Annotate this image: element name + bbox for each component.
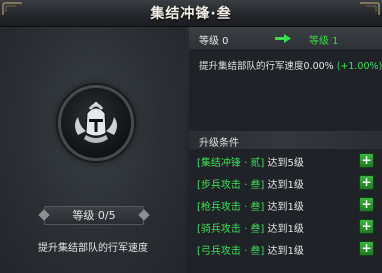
requirement-condition: 达到5级 (264, 158, 304, 169)
add-button[interactable]: + (359, 153, 374, 168)
effect-line: 提升集结部队的行军速度0.00% (+1.00%) (199, 58, 382, 72)
add-button[interactable]: + (359, 241, 374, 256)
requirement-condition: 达到1级 (264, 202, 304, 213)
requirement-row: [枪兵攻击 · 叁] 达到1级 + (197, 197, 377, 214)
skill-upgrade-window: 集结冲锋·叁 等级 0/5 提升集结部队的行军速度 等级 0 等级 1 提升集结… (0, 0, 382, 273)
skill-level-badge: 等级 0/5 (38, 206, 150, 225)
skill-medal[interactable] (58, 85, 134, 161)
current-level: 等级 0 (199, 36, 229, 47)
requirement-condition: 达到1级 (264, 180, 304, 191)
requirement-condition: 达到1级 (264, 246, 304, 257)
upgrade-panel: 等级 0 等级 1 提升集结部队的行军速度0.00% (+1.00%) 升级条件… (189, 27, 382, 273)
arrow-right-icon (275, 34, 291, 43)
corner-ornament-right (360, 2, 380, 15)
requirement-name: [步兵攻击 · 叁] (197, 180, 265, 191)
skill-level-text: 等级 0/5 (72, 209, 116, 222)
requirements-title: 升级条件 (199, 138, 239, 149)
requirement-name: [弓兵攻击 · 叁] (197, 246, 265, 257)
requirement-name: [枪兵攻击 · 叁] (197, 202, 265, 213)
add-button[interactable]: + (359, 197, 374, 212)
skill-description: 提升集结部队的行军速度 (38, 243, 148, 254)
requirement-name: [集结冲锋 · 贰] (197, 158, 265, 169)
effect-bonus: (+1.00%) (336, 61, 382, 72)
requirement-condition: 达到1级 (264, 224, 304, 235)
effect-text: 提升集结部队的行军速度0.00% (199, 61, 337, 72)
add-button[interactable]: + (359, 219, 374, 234)
level-transition-row: 等级 0 等级 1 (189, 27, 382, 49)
badge-wing-right (138, 209, 150, 221)
requirement-row: [集结冲锋 · 贰] 达到5级 + (197, 153, 377, 170)
helmet-emblem-icon (75, 102, 117, 143)
requirement-row: [弓兵攻击 · 叁] 达到1级 + (197, 241, 377, 258)
requirement-row: [步兵攻击 · 叁] 达到1级 + (197, 175, 377, 192)
requirements-header: 升级条件 (189, 131, 382, 149)
skill-info-panel: 等级 0/5 提升集结部队的行军速度 (0, 27, 186, 273)
add-button[interactable]: + (359, 175, 374, 190)
badge-wing-left (38, 209, 50, 221)
next-level: 等级 1 (309, 36, 339, 47)
requirement-name: [骑兵攻击 · 叁] (197, 224, 265, 235)
title-bar: 集结冲锋·叁 (0, 0, 382, 27)
window-title: 集结冲锋·叁 (150, 6, 232, 22)
requirement-row: [骑兵攻击 · 叁] 达到1级 + (197, 219, 377, 236)
